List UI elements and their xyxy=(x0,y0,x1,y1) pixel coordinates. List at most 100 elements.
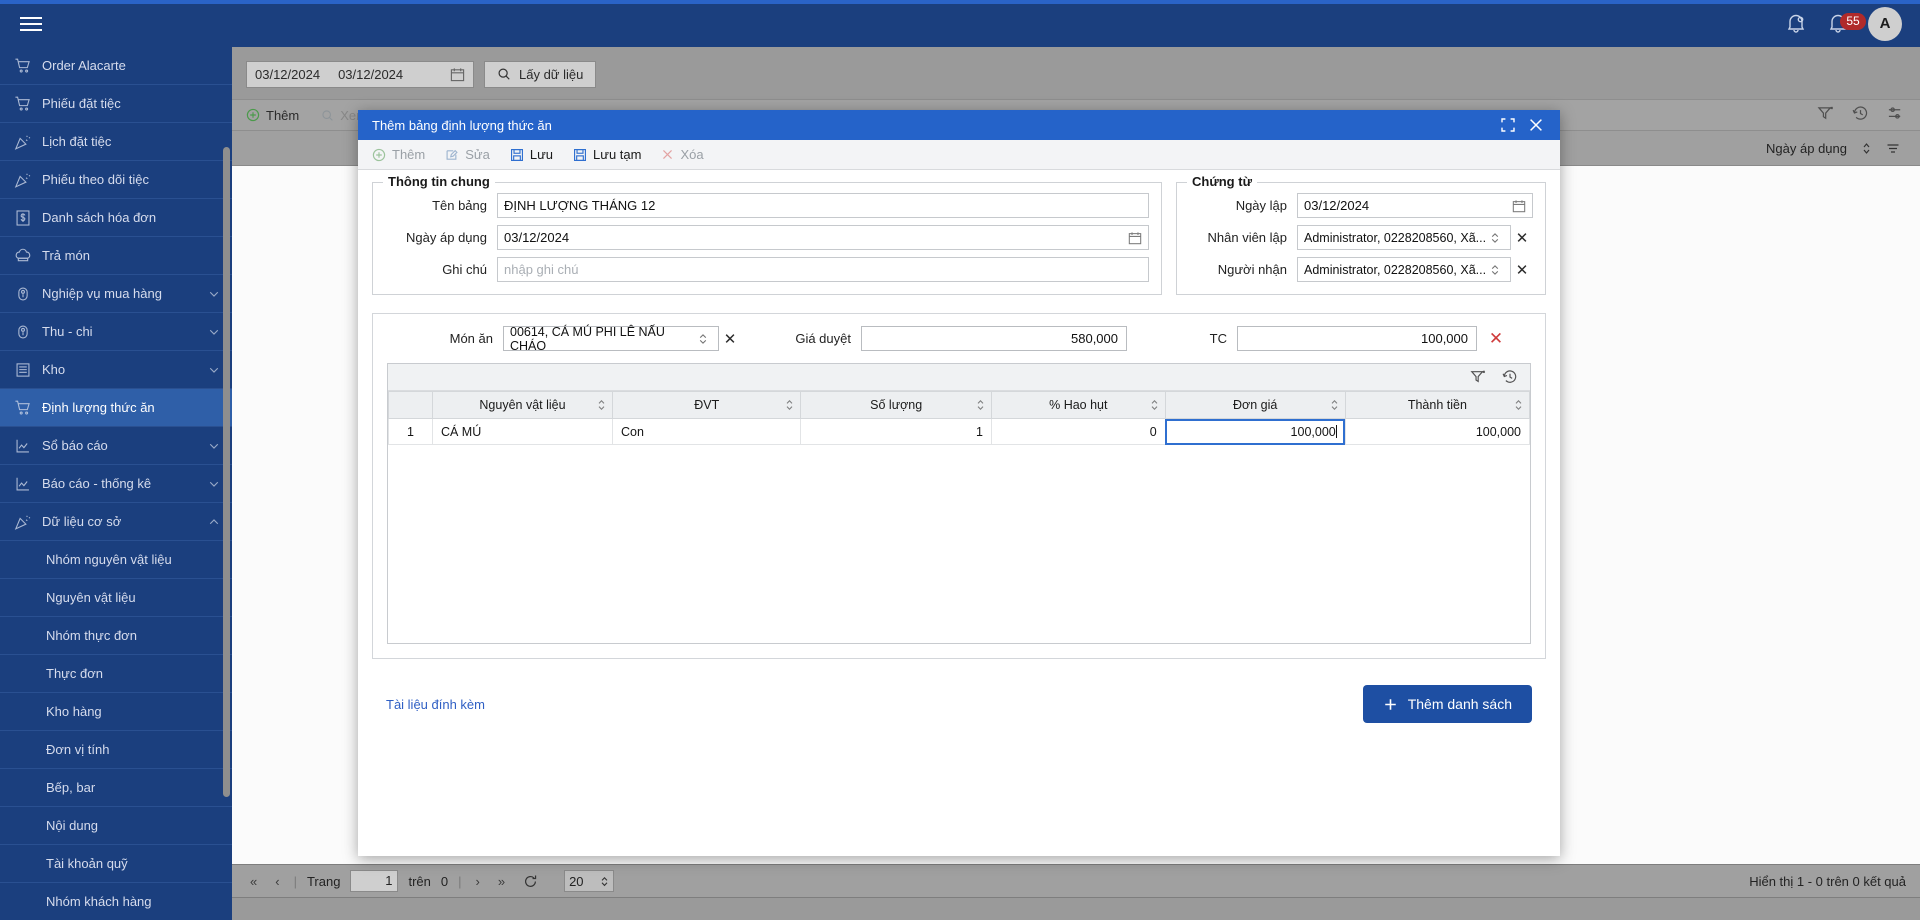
next-page-button[interactable]: › xyxy=(471,874,483,889)
cell-unit-price[interactable]: 100,000 xyxy=(1164,418,1346,445)
modal-delete-button[interactable]: Xóa xyxy=(661,147,704,162)
sort-icon[interactable] xyxy=(976,399,985,411)
sidebar-item-0[interactable]: Order Alacarte xyxy=(0,47,232,85)
hamburger-icon[interactable] xyxy=(8,0,54,47)
sidebar-scrollbar[interactable] xyxy=(223,147,230,797)
background-column-header[interactable]: Ngày áp dụng xyxy=(1766,131,1900,166)
chevron-down-icon[interactable] xyxy=(208,478,220,490)
modal-add-button[interactable]: Thêm xyxy=(372,147,425,162)
sort-icon[interactable] xyxy=(1514,399,1523,411)
cell-unit[interactable]: Con xyxy=(611,418,802,445)
sidebar-item-1[interactable]: Phiếu đặt tiệc xyxy=(0,85,232,123)
table-name-input[interactable]: ĐỊNH LƯỢNG THÁNG 12 xyxy=(497,193,1149,218)
col-material[interactable]: Nguyên vật liệu xyxy=(431,391,614,419)
sidebar-item-16[interactable]: Thực đơn xyxy=(0,655,232,693)
sort-icon[interactable] xyxy=(1330,399,1339,411)
sidebar-item-5[interactable]: Trả món xyxy=(0,237,232,275)
tc-input[interactable]: 100,000 xyxy=(1237,326,1477,351)
sidebar-item-4[interactable]: Danh sách hóa đơn xyxy=(0,199,232,237)
col-unit-price[interactable]: Đơn giá xyxy=(1164,391,1346,419)
sort-icon[interactable] xyxy=(597,399,606,411)
calendar-icon[interactable] xyxy=(1128,231,1142,245)
remove-dish-icon[interactable]: ✕ xyxy=(1485,329,1507,349)
table-name-value: ĐỊNH LƯỢNG THÁNG 12 xyxy=(504,198,656,213)
prev-page-button[interactable]: ‹ xyxy=(271,874,283,889)
column-filter-icon[interactable] xyxy=(1886,142,1900,155)
add-list-button[interactable]: Thêm danh sách xyxy=(1362,685,1532,723)
chevron-up-icon[interactable] xyxy=(208,516,220,528)
chevron-down-icon[interactable] xyxy=(208,364,220,376)
table-row[interactable]: 1 CÁ MÚ Con 1 0 100,000 100,000 xyxy=(388,418,1531,445)
sidebar-item-3[interactable]: Phiếu theo dõi tiệc xyxy=(0,161,232,199)
sidebar-item-17[interactable]: Kho hàng xyxy=(0,693,232,731)
created-date-input[interactable]: 03/12/2024 xyxy=(1297,193,1533,218)
sidebar-item-22[interactable]: Nhóm khách hàng xyxy=(0,883,232,920)
clear-receiver-icon[interactable]: ✕ xyxy=(1511,261,1533,279)
creator-select[interactable]: Administrator, 0228208560, Xã... xyxy=(1297,225,1511,250)
sidebar-item-12[interactable]: Dữ liệu cơ sở xyxy=(0,503,232,541)
bg-toolbar-add[interactable]: Thêm xyxy=(246,108,299,123)
history-icon[interactable] xyxy=(1852,105,1869,122)
avatar[interactable]: A xyxy=(1868,6,1902,41)
attachment-link[interactable]: Tài liệu đính kèm xyxy=(386,697,485,712)
approved-price-input[interactable]: 580,000 xyxy=(861,326,1127,351)
fetch-data-button[interactable]: Lấy dữ liệu xyxy=(484,60,597,88)
apply-date-input[interactable]: 03/12/2024 xyxy=(497,225,1149,250)
note-input[interactable]: nhập ghi chú xyxy=(497,257,1149,282)
settings-sliders-icon[interactable] xyxy=(1887,105,1904,122)
sidebar-item-9[interactable]: Định lượng thức ăn xyxy=(0,389,232,427)
chevron-updown-icon[interactable] xyxy=(1490,232,1504,244)
col-quantity[interactable]: Số lượng xyxy=(800,391,992,419)
sidebar-item-label: Nhóm khách hàng xyxy=(46,894,152,909)
col-amount[interactable]: Thành tiền xyxy=(1344,391,1531,419)
sidebar-item-19[interactable]: Bếp, bar xyxy=(0,769,232,807)
calendar-icon[interactable] xyxy=(1512,199,1526,213)
sidebar-item-2[interactable]: Lịch đặt tiệc xyxy=(0,123,232,161)
calendar-icon[interactable] xyxy=(450,67,465,82)
modal-save-button[interactable]: Lưu xyxy=(510,147,553,162)
refresh-icon[interactable] xyxy=(519,874,542,889)
sidebar-item-20[interactable]: Nội dung xyxy=(0,807,232,845)
modal-edit-button[interactable]: Sửa xyxy=(445,147,490,162)
receiver-select[interactable]: Administrator, 0228208560, Xã... xyxy=(1297,257,1511,282)
sidebar-item-11[interactable]: Báo cáo - thống kê xyxy=(0,465,232,503)
sidebar-item-21[interactable]: Tài khoản quỹ xyxy=(0,845,232,883)
sidebar-item-8[interactable]: Kho xyxy=(0,351,232,389)
chevron-down-icon[interactable] xyxy=(208,288,220,300)
chevron-updown-icon[interactable] xyxy=(1490,264,1504,276)
page-size-select[interactable]: 20 xyxy=(564,870,615,892)
chevron-down-icon[interactable] xyxy=(208,326,220,338)
sidebar-item-10[interactable]: Sổ báo cáo xyxy=(0,427,232,465)
chevron-updown-icon[interactable] xyxy=(698,333,712,345)
sidebar-item-7[interactable]: Thu - chi xyxy=(0,313,232,351)
filter-off-icon[interactable] xyxy=(1470,369,1486,385)
clear-creator-icon[interactable]: ✕ xyxy=(1511,229,1533,247)
sort-icon[interactable] xyxy=(785,399,794,411)
bell-icon[interactable] xyxy=(1784,11,1808,37)
first-page-button[interactable]: « xyxy=(246,874,261,889)
modal-save-draft-button[interactable]: Lưu tạm xyxy=(573,147,641,162)
sort-icon[interactable] xyxy=(1150,399,1159,411)
dish-select[interactable]: 00614, CÁ MÚ PHI LÊ NẤU CHÁO xyxy=(503,325,719,353)
sidebar-item-6[interactable]: Nghiệp vụ mua hàng xyxy=(0,275,232,313)
sidebar-item-18[interactable]: Đơn vị tính xyxy=(0,731,232,769)
sort-icon[interactable] xyxy=(1861,142,1872,155)
filter-off-icon[interactable] xyxy=(1817,105,1834,122)
sidebar-item-15[interactable]: Nhóm thực đơn xyxy=(0,617,232,655)
last-page-button[interactable]: » xyxy=(494,874,509,889)
page-number-input[interactable]: 1 xyxy=(350,870,399,892)
col-waste[interactable]: % Hao hụt xyxy=(990,391,1166,419)
date-range-input[interactable]: 03/12/2024 03/12/2024 xyxy=(246,60,474,88)
sidebar-item-13[interactable]: Nhóm nguyên vật liệu xyxy=(0,541,232,579)
cell-material[interactable]: CÁ MÚ xyxy=(431,418,614,445)
maximize-icon[interactable] xyxy=(1494,110,1522,140)
col-unit[interactable]: ĐVT xyxy=(611,391,802,419)
clear-dish-icon[interactable]: ✕ xyxy=(719,330,741,348)
chevron-down-icon[interactable] xyxy=(208,440,220,452)
cell-quantity[interactable]: 1 xyxy=(800,418,992,445)
cell-waste[interactable]: 0 xyxy=(990,418,1166,445)
sidebar-item-14[interactable]: Nguyên vật liệu xyxy=(0,579,232,617)
history-icon[interactable] xyxy=(1502,369,1518,385)
close-icon[interactable] xyxy=(1522,110,1550,140)
bell-alert-icon[interactable]: 55 xyxy=(1826,11,1866,37)
